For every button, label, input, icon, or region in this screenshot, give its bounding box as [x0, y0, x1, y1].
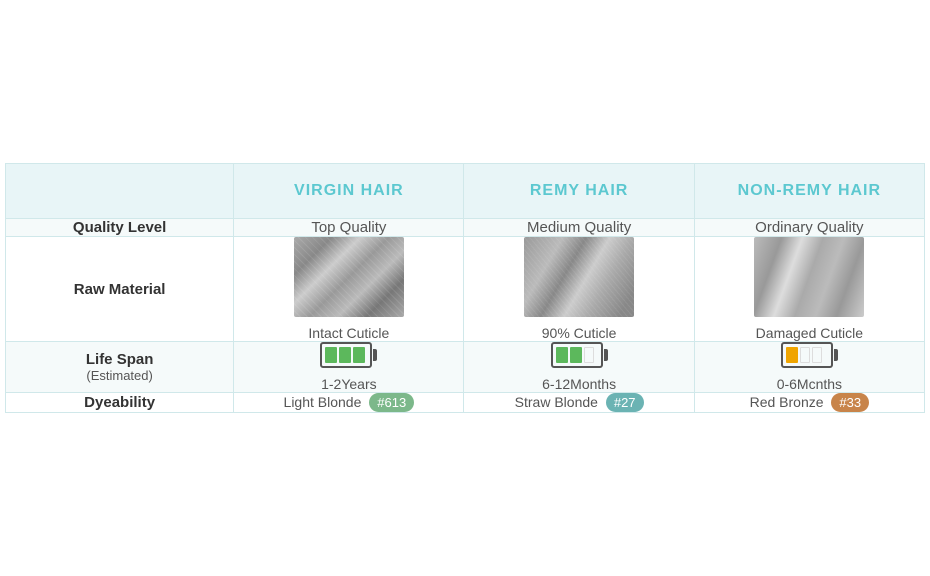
- bar3-empty: [584, 347, 594, 363]
- dyeability-col1: Light Blonde #613: [234, 393, 464, 413]
- dye-col3-badge: #33: [831, 393, 869, 412]
- lifespan-col3: 0-6Mcnths: [694, 342, 924, 393]
- material-col3: Damaged Cuticle: [694, 237, 924, 342]
- lifespan-col2-label: 6-12Months: [464, 376, 693, 392]
- damaged-cuticle-label: Damaged Cuticle: [695, 325, 924, 341]
- lifespan-col2: 6-12Months: [464, 342, 694, 393]
- lifespan-col1-label: 1-2Years: [234, 376, 463, 392]
- bar2-empty: [800, 347, 810, 363]
- bar1: [556, 347, 568, 363]
- bar3-empty: [812, 347, 822, 363]
- bar2: [339, 347, 351, 363]
- bar1-yellow: [786, 347, 798, 363]
- quality-label: Quality Level: [6, 219, 234, 237]
- lifespan-col3-label: 0-6Mcnths: [695, 376, 924, 392]
- lifespan-row: Life Span (Estimated) 1-2Years: [6, 342, 925, 393]
- dyeability-label: Dyeability: [6, 393, 234, 413]
- material-col1: Intact Cuticle: [234, 237, 464, 342]
- battery-full: [320, 342, 377, 368]
- battery-full-container: [234, 342, 463, 368]
- battery-low-container: [695, 342, 924, 368]
- header-nonremy: NON-REMY HAIR: [694, 164, 924, 219]
- battery-tip: [373, 349, 377, 361]
- material-label: Raw Material: [6, 237, 234, 342]
- battery-medium-body: [551, 342, 603, 368]
- dye-col3-text: Red Bronze: [750, 394, 824, 410]
- lifespan-col1: 1-2Years: [234, 342, 464, 393]
- lifespan-label: Life Span (Estimated): [6, 342, 234, 393]
- bar1: [325, 347, 337, 363]
- dyeability-col2: Straw Blonde #27: [464, 393, 694, 413]
- comparison-table: VIRGIN HAIR REMY HAIR NON-REMY HAIR Qual…: [5, 163, 925, 413]
- dye-col1-text: Light Blonde: [284, 394, 362, 410]
- battery-low: [781, 342, 838, 368]
- intact-cuticle-label: Intact Cuticle: [234, 325, 463, 341]
- 90-cuticle-label: 90% Cuticle: [464, 325, 693, 341]
- 90-cuticle-image: [524, 237, 634, 317]
- quality-row: Quality Level Top Quality Medium Quality…: [6, 219, 925, 237]
- battery-tip: [834, 349, 838, 361]
- quality-col3: Ordinary Quality: [694, 219, 924, 237]
- dye-col2-text: Straw Blonde: [515, 394, 598, 410]
- dyeability-row: Dyeability Light Blonde #613 Straw Blond…: [6, 393, 925, 413]
- material-col2: 90% Cuticle: [464, 237, 694, 342]
- bar3: [353, 347, 365, 363]
- damaged-cuticle-image: [754, 237, 864, 317]
- header-virgin: VIRGIN HAIR: [234, 164, 464, 219]
- battery-tip: [604, 349, 608, 361]
- quality-col1: Top Quality: [234, 219, 464, 237]
- material-row: Raw Material Intact Cuticle 90% Cuticle …: [6, 237, 925, 342]
- battery-medium: [551, 342, 608, 368]
- dye-col1-badge: #613: [369, 393, 414, 412]
- header-remy: REMY HAIR: [464, 164, 694, 219]
- header-empty: [6, 164, 234, 219]
- battery-medium-container: [464, 342, 693, 368]
- dye-col2-badge: #27: [606, 393, 644, 412]
- battery-low-body: [781, 342, 833, 368]
- header-row: VIRGIN HAIR REMY HAIR NON-REMY HAIR: [6, 164, 925, 219]
- intact-cuticle-image: [294, 237, 404, 317]
- bar2: [570, 347, 582, 363]
- battery-full-body: [320, 342, 372, 368]
- dyeability-col3: Red Bronze #33: [694, 393, 924, 413]
- quality-col2: Medium Quality: [464, 219, 694, 237]
